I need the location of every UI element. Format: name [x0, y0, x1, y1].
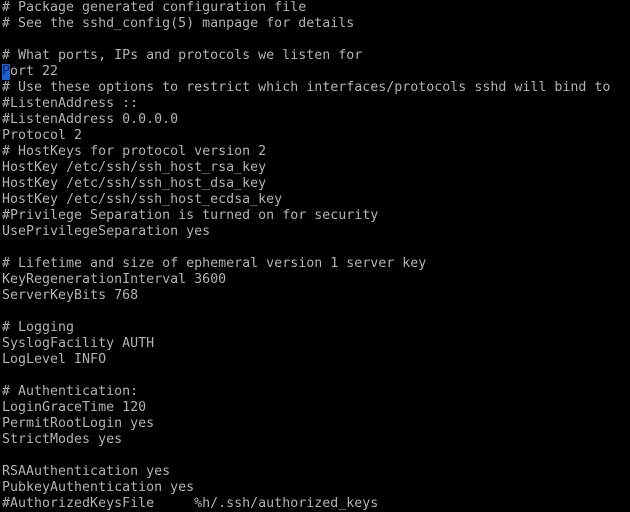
terminal-line: LoginGraceTime 120	[2, 400, 147, 415]
terminal-line: RSAAuthentication yes	[2, 464, 171, 479]
terminal-line: # HostKeys for protocol version 2	[2, 144, 267, 159]
terminal-line: PubkeyAuthentication yes	[2, 480, 195, 495]
terminal-window[interactable]: # Package generated configuration file # …	[0, 0, 630, 512]
terminal-line: # Lifetime and size of ephemeral version…	[2, 256, 427, 271]
terminal-line-text: ort 22	[10, 64, 59, 79]
terminal-line: UsePrivilegeSeparation yes	[2, 224, 211, 239]
terminal-line: # What ports, IPs and protocols we liste…	[2, 48, 363, 63]
terminal-line: PermitRootLogin yes	[2, 416, 155, 431]
terminal-line: #AuthorizedKeysFile %h/.ssh/authorized_k…	[2, 496, 379, 511]
terminal-line: HostKey /etc/ssh/ssh_host_dsa_key	[2, 176, 267, 191]
terminal-line: ServerKeyBits 768	[2, 288, 139, 303]
terminal-line: # Package generated configuration file	[2, 0, 307, 15]
terminal-line: Port 22	[2, 64, 630, 80]
terminal-line: #ListenAddress ::	[2, 96, 139, 111]
terminal-line: LogLevel INFO	[2, 352, 107, 367]
terminal-line: HostKey /etc/ssh/ssh_host_ecdsa_key	[2, 192, 283, 207]
terminal-line: # Logging	[2, 320, 75, 335]
terminal-line: SyslogFacility AUTH	[2, 336, 155, 351]
text-cursor: P	[2, 64, 11, 80]
terminal-line: #Privilege Separation is turned on for s…	[2, 208, 379, 223]
terminal-line: StrictModes yes	[2, 432, 123, 447]
terminal-screen[interactable]: # Package generated configuration file # …	[2, 0, 630, 512]
terminal-line: # Authentication:	[2, 384, 139, 399]
terminal-line: Protocol 2	[2, 128, 83, 143]
terminal-line: # Use these options to restrict which in…	[2, 80, 611, 95]
terminal-line: # See the sshd_config(5) manpage for det…	[2, 16, 355, 31]
terminal-line: KeyRegenerationInterval 3600	[2, 272, 227, 287]
terminal-line: HostKey /etc/ssh/ssh_host_rsa_key	[2, 160, 267, 175]
terminal-line: #ListenAddress 0.0.0.0	[2, 112, 179, 127]
